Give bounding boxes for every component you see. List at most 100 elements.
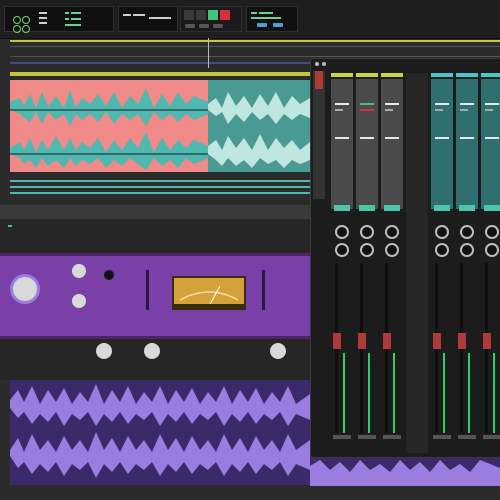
fader-handle[interactable] (483, 333, 491, 349)
scroll-handle[interactable] (315, 71, 323, 89)
insert-slot[interactable] (385, 109, 393, 111)
pan-knob[interactable] (360, 243, 374, 257)
pan-knob[interactable] (485, 225, 499, 239)
status-bar (0, 486, 500, 500)
insert-slot[interactable] (485, 103, 499, 105)
mixer-channel-strip[interactable] (431, 73, 453, 453)
level-meter (393, 353, 395, 433)
panel-divider (262, 270, 265, 310)
mixer-channel-strip[interactable] (331, 73, 353, 453)
ruler-line (10, 56, 500, 57)
channel-insert-panel[interactable] (456, 79, 478, 209)
transport-controls (180, 6, 242, 32)
channel-insert-panel[interactable] (481, 79, 500, 209)
knob-small[interactable] (72, 294, 86, 308)
pan-knob[interactable] (435, 225, 449, 239)
channel-color-tab (431, 73, 453, 77)
insert-slot[interactable] (360, 103, 374, 105)
insert-slot[interactable] (435, 109, 443, 111)
minimize-icon[interactable] (322, 62, 326, 66)
pan-knob[interactable] (435, 243, 449, 257)
punch-button[interactable] (213, 24, 223, 28)
record-button[interactable] (220, 10, 230, 20)
mixer-channel-strip[interactable] (481, 73, 500, 453)
insert-slot[interactable] (385, 137, 399, 139)
bottom-knob[interactable] (96, 343, 112, 359)
led-indicator (104, 270, 114, 280)
fader-handle[interactable] (458, 333, 466, 349)
plugin-indicator (8, 225, 12, 227)
insert-slot[interactable] (460, 109, 468, 111)
pan-knob[interactable] (460, 243, 474, 257)
metronome-button[interactable] (199, 24, 209, 28)
level-meter (443, 353, 445, 433)
plugin-window (0, 205, 312, 380)
pan-knob[interactable] (385, 243, 399, 257)
insert-slot[interactable] (335, 137, 349, 139)
insert-slot[interactable] (485, 109, 493, 111)
fader-handle[interactable] (333, 333, 341, 349)
vu-meter (172, 276, 246, 310)
play-button[interactable] (208, 10, 218, 20)
channel-insert-panel[interactable] (431, 79, 453, 209)
insert-slot[interactable] (485, 137, 499, 139)
bottom-knob[interactable] (270, 343, 286, 359)
pan-knob[interactable] (460, 225, 474, 239)
panel-divider (146, 270, 149, 310)
channel-button[interactable] (359, 205, 375, 211)
grid-icon[interactable] (13, 16, 31, 34)
insert-slot[interactable] (460, 103, 474, 105)
audio-region-teal[interactable] (208, 80, 310, 172)
mixer-channel-strip[interactable] (356, 73, 378, 453)
pan-knob[interactable] (360, 225, 374, 239)
mixer-group-separator (406, 73, 428, 453)
insert-slot[interactable] (335, 103, 349, 105)
close-icon[interactable] (315, 62, 319, 66)
knob-small[interactable] (72, 264, 86, 278)
insert-slot[interactable] (460, 137, 474, 139)
pan-knob[interactable] (485, 243, 499, 257)
menu-icon[interactable] (39, 12, 47, 26)
channel-color-tab (356, 73, 378, 77)
channel-button[interactable] (434, 205, 450, 211)
playhead[interactable] (208, 38, 209, 68)
audio-region-pink[interactable] (10, 80, 208, 172)
fader-handle[interactable] (358, 333, 366, 349)
channel-button[interactable] (484, 205, 500, 211)
insert-slot[interactable] (435, 103, 449, 105)
loop-button[interactable] (185, 24, 195, 28)
insert-slot[interactable] (335, 109, 343, 111)
input-knob[interactable] (10, 274, 40, 304)
pan-knob[interactable] (335, 225, 349, 239)
position-display[interactable] (246, 6, 298, 32)
pan-knob[interactable] (335, 243, 349, 257)
audio-region-purple[interactable] (10, 380, 310, 485)
channel-insert-panel[interactable] (381, 79, 403, 209)
mode-button-1[interactable] (257, 23, 267, 27)
forward-button[interactable] (196, 10, 206, 20)
fader-handle[interactable] (433, 333, 441, 349)
pan-knob[interactable] (385, 225, 399, 239)
insert-slot[interactable] (435, 137, 449, 139)
audio-region-purple-tail (310, 456, 500, 486)
mixer-channel-strip[interactable] (381, 73, 403, 453)
bottom-knob[interactable] (144, 343, 160, 359)
display-icon (65, 12, 83, 26)
insert-slot[interactable] (360, 137, 374, 139)
channel-insert-panel[interactable] (356, 79, 378, 209)
channel-button[interactable] (459, 205, 475, 211)
waveform (10, 384, 310, 478)
fader-handle[interactable] (383, 333, 391, 349)
channel-insert-panel[interactable] (331, 79, 353, 209)
level-meter (493, 353, 495, 433)
mode-button-2[interactable] (273, 23, 283, 27)
waveform (10, 88, 208, 170)
rewind-button[interactable] (184, 10, 194, 20)
mixer-channel-strip[interactable] (456, 73, 478, 453)
tempo-display[interactable] (118, 6, 178, 32)
channel-button[interactable] (334, 205, 350, 211)
insert-slot[interactable] (385, 103, 399, 105)
channel-button[interactable] (384, 205, 400, 211)
mixer-scroll-panel[interactable] (313, 71, 325, 199)
insert-slot[interactable] (360, 109, 374, 111)
